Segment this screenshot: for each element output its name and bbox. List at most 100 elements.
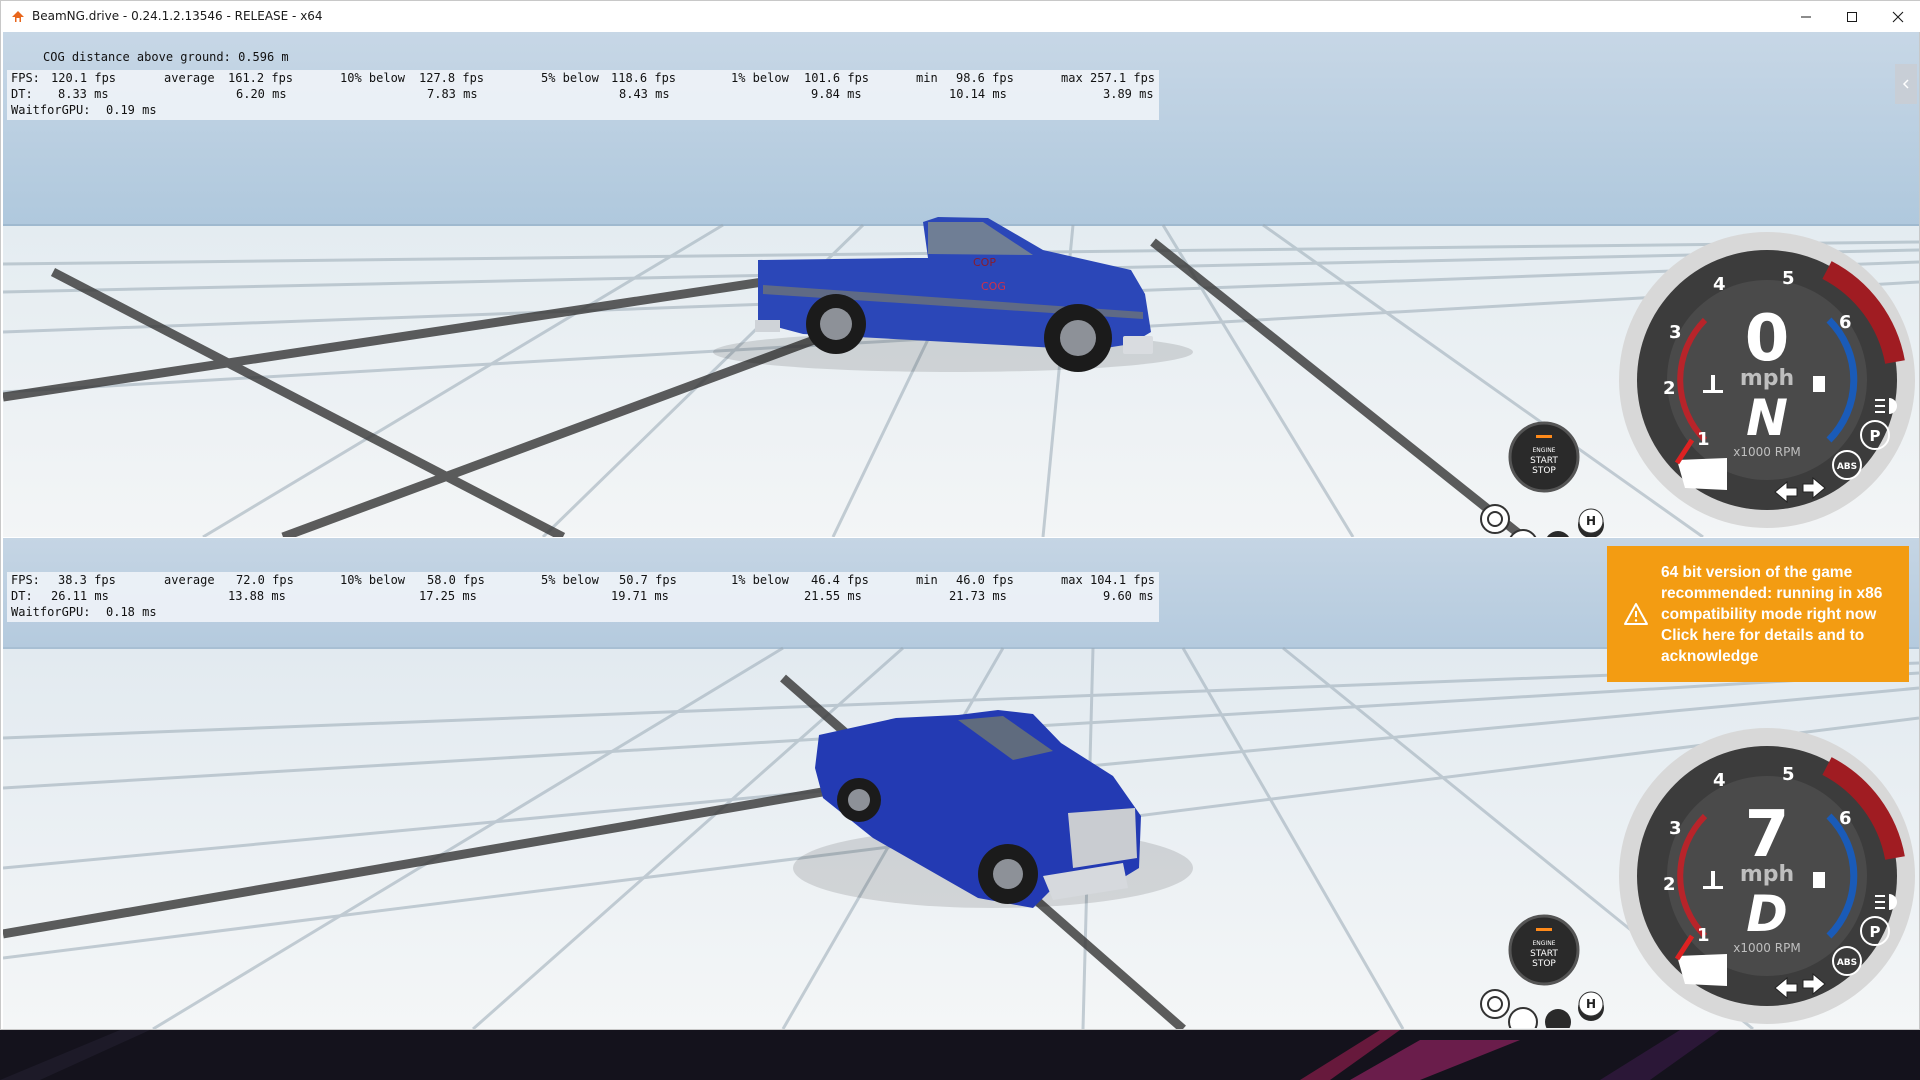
dt-p5: 19.71 ms (611, 589, 669, 603)
x86-mode-warning-notice[interactable]: 64 bit version of the game recommended: … (1607, 546, 1909, 682)
fps-stats-panel-bottom: FPS: 38.3 fps average 72.0 fps 10% below… (7, 572, 1159, 622)
max-label: max (1061, 71, 1083, 85)
p5-label: 5% below (541, 573, 599, 587)
p1-label: 1% below (731, 71, 789, 85)
dt-p10: 17.25 ms (419, 589, 477, 603)
dt-p1: 9.84 ms (811, 87, 862, 101)
window-title: BeamNG.drive - 0.24.1.2.13546 - RELEASE … (32, 9, 323, 23)
dt-average: 13.88 ms (228, 589, 286, 603)
p10-value: 127.8 fps (419, 71, 485, 85)
dt-max: 3.89 ms (1103, 87, 1154, 101)
max-value: 257.1 fps (1090, 71, 1156, 85)
fps-stats-panel-top: FPS: 120.1 fps average 161.2 fps 10% bel… (7, 70, 1159, 120)
start-label: START (1530, 456, 1558, 466)
maximize-icon (1847, 11, 1857, 22)
warning-icon (1624, 603, 1648, 625)
p10-label: 10% below (340, 71, 406, 85)
drivetrain-icon[interactable] (1545, 531, 1571, 537)
parking-label: P (1870, 923, 1881, 941)
p10-label: 10% below (340, 573, 406, 587)
gauge-num-6: 6 (1839, 312, 1852, 333)
title-bar[interactable]: BeamNG.drive - 0.24.1.2.13546 - RELEASE … (1, 1, 1920, 32)
wheel-lock-icon[interactable] (1508, 1007, 1538, 1028)
waitgpu-row: WaitforGPU: 0.19 ms (11, 103, 1155, 119)
average-value: 72.0 fps (236, 573, 294, 587)
fps-value: 120.1 fps (51, 71, 117, 85)
start-label: START (1530, 949, 1558, 959)
engine-start-stop-button[interactable]: ENGINE START STOP (1508, 914, 1580, 986)
stop-label: STOP (1532, 466, 1556, 476)
p1-value: 46.4 fps (811, 573, 869, 587)
p1-label: 1% below (731, 573, 789, 587)
dt-row: DT: 8.33 ms 6.20 ms 7.83 ms 8.43 ms 9.84… (11, 87, 1155, 103)
engine-start-stop-button[interactable]: ENGINE START STOP (1508, 421, 1580, 493)
p10-value: 58.0 fps (427, 573, 485, 587)
hazard-label: H (1586, 997, 1596, 1011)
waitgpu-row: WaitforGPU: 0.18 ms (11, 605, 1155, 621)
max-value: 104.1 fps (1090, 573, 1156, 587)
parking-label: P (1870, 427, 1881, 445)
minimize-button[interactable] (1783, 1, 1829, 32)
min-value: 98.6 fps (956, 71, 1014, 85)
notice-text: 64 bit version of the game recommended: … (1661, 563, 1883, 665)
dt-min: 21.73 ms (949, 589, 1007, 603)
fps-row: FPS: 120.1 fps average 161.2 fps 10% bel… (11, 71, 1155, 87)
max-label: max (1061, 573, 1083, 587)
fps-label: FPS: (11, 573, 40, 587)
p5-label: 5% below (541, 71, 599, 85)
wheel-lock-icon[interactable] (1509, 529, 1537, 537)
average-label: average (164, 71, 215, 85)
average-value: 161.2 fps (228, 71, 294, 85)
waitgpu-value: 0.18 ms (106, 605, 157, 619)
hazard-label: H (1586, 514, 1596, 528)
dt-min: 10.14 ms (949, 87, 1007, 101)
cog-distance-text: COG distance above ground: 0.596 m (43, 50, 289, 64)
fps-row: FPS: 38.3 fps average 72.0 fps 10% below… (11, 573, 1155, 589)
gauge-num-3: 3 (1669, 322, 1682, 343)
desktop-taskbar-strip (0, 1030, 1920, 1080)
differential-lock-icon[interactable] (1480, 504, 1510, 534)
dt-value: 26.11 ms (51, 589, 109, 603)
gear-indicator: N (1746, 389, 1788, 447)
speed-unit: mph (1740, 366, 1794, 391)
rpm-label: x1000 RPM (1733, 445, 1800, 459)
gauge-num-5: 5 (1782, 764, 1795, 785)
dt-row: DT: 26.11 ms 13.88 ms 17.25 ms 19.71 ms … (11, 589, 1155, 605)
cog-label: COG (981, 280, 1006, 293)
side-panel-toggle[interactable] (1895, 64, 1917, 104)
game-window: BeamNG.drive - 0.24.1.2.13546 - RELEASE … (0, 0, 1920, 1030)
dt-p1: 21.55 ms (804, 589, 862, 603)
gauge-num-3: 3 (1669, 818, 1682, 839)
beamng-app-icon (12, 11, 24, 22)
dt-average: 6.20 ms (236, 87, 287, 101)
dt-max: 9.60 ms (1103, 589, 1154, 603)
engine-label: ENGINE (1533, 940, 1556, 947)
speed-unit: mph (1740, 862, 1794, 887)
dashboard-gauge-bottom: 1 2 3 4 5 6 7 mph D x1000 RPM P ABS (1619, 728, 1915, 1024)
minimize-icon (1801, 16, 1811, 17)
fps-label: FPS: (11, 71, 40, 85)
p5-value: 50.7 fps (619, 573, 677, 587)
hazard-h-icon[interactable]: H (1578, 508, 1604, 537)
engine-label: ENGINE (1533, 447, 1556, 454)
min-label: min (916, 71, 938, 85)
dt-value: 8.33 ms (58, 87, 109, 101)
waitgpu-label: WaitforGPU: (11, 103, 91, 117)
stop-label: STOP (1532, 959, 1556, 969)
gauge-num-4: 4 (1713, 770, 1726, 791)
gauge-num-4: 4 (1713, 274, 1726, 295)
close-button[interactable] (1875, 1, 1920, 32)
dt-label: DT: (11, 87, 33, 101)
drivetrain-icon[interactable] (1545, 1009, 1571, 1028)
top-viewport[interactable]: COP COG COG distance above ground: 0.596… (3, 32, 1919, 537)
min-value: 46.0 fps (956, 573, 1014, 587)
maximize-button[interactable] (1829, 1, 1875, 32)
gauge-num-5: 5 (1782, 268, 1795, 289)
differential-lock-icon[interactable] (1480, 989, 1510, 1019)
min-label: min (916, 573, 938, 587)
hazard-h-icon[interactable]: H (1578, 991, 1604, 1021)
speed-readout: 7 (1745, 798, 1790, 872)
fuel-icon (1813, 376, 1825, 392)
cop-label: COP (973, 256, 996, 269)
chevron-left-icon (1902, 79, 1909, 89)
